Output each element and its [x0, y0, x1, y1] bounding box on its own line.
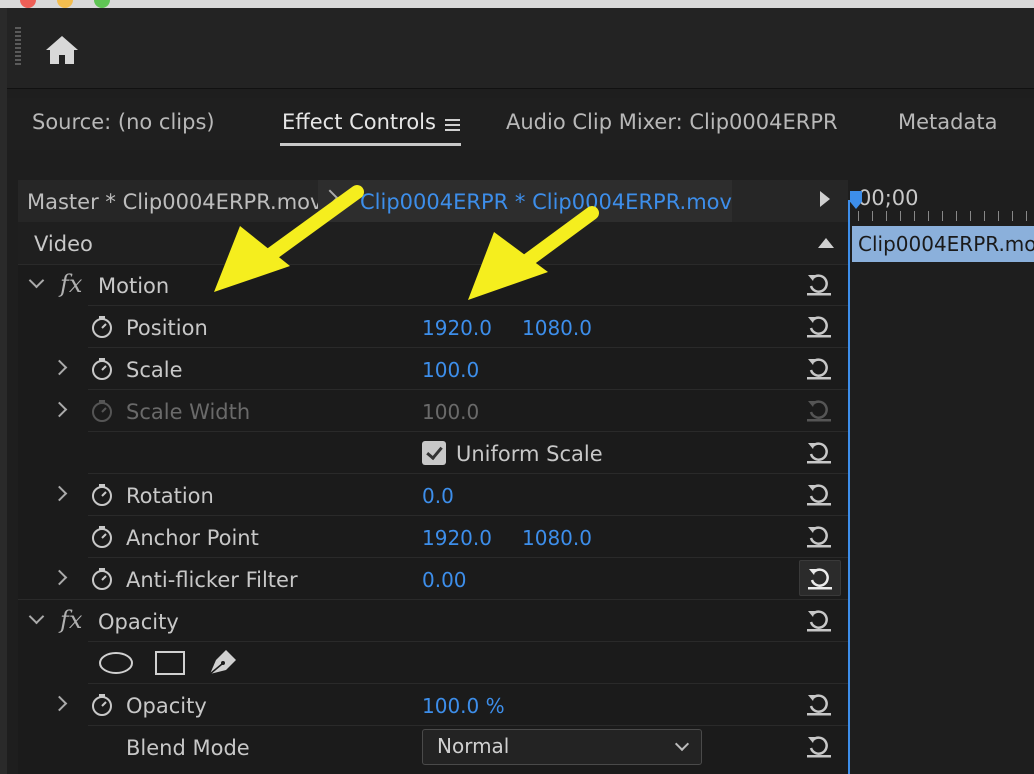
property-scale-row: Scale 100.0: [18, 348, 848, 390]
minimize-window-button[interactable]: [57, 0, 73, 8]
reset-icon[interactable]: [804, 270, 834, 298]
anchor-point-x-value[interactable]: 1920.0: [422, 526, 492, 550]
drag-grip[interactable]: [15, 27, 21, 67]
reset-icon[interactable]: [804, 522, 834, 550]
reset-icon[interactable]: [804, 480, 834, 508]
scale-width-label: Scale Width: [126, 400, 251, 424]
twirl-right-icon[interactable]: [51, 485, 68, 502]
stopwatch-icon: [92, 400, 112, 422]
rotation-label: Rotation: [126, 484, 214, 508]
fx-icon[interactable]: fx: [60, 606, 82, 634]
collapse-up-icon[interactable]: [818, 238, 834, 248]
panel-tabs: Source: (no clips) Effect Controls Audio…: [7, 98, 1034, 150]
twirl-down-icon[interactable]: [28, 608, 45, 625]
anti-flicker-value[interactable]: 0.00: [422, 568, 467, 592]
twirl-down-icon[interactable]: [28, 272, 45, 289]
uniform-scale-label: Uniform Scale: [456, 442, 603, 466]
rectangle-mask-icon[interactable]: [154, 650, 186, 676]
close-window-button[interactable]: [20, 0, 36, 8]
property-uniform-scale-row: Uniform Scale: [18, 432, 848, 474]
tab-audio-clip-mixer[interactable]: Audio Clip Mixer: Clip0004ERPR: [506, 110, 838, 134]
clip-dropdown[interactable]: Clip0004ERPR * Clip0004ERPR.mov: [318, 180, 732, 222]
effect-motion-row[interactable]: fx Motion: [18, 264, 848, 306]
clip-selector-bar: Master * Clip0004ERPR.mov Clip0004ERPR *…: [18, 180, 848, 223]
reset-icon[interactable]: [804, 438, 834, 466]
panel-menu-icon[interactable]: [445, 119, 460, 131]
property-scale-width-row: Scale Width 100.0: [18, 390, 848, 432]
twirl-right-icon[interactable]: [51, 401, 68, 418]
rotation-value[interactable]: 0.0: [422, 484, 454, 508]
reset-icon: [808, 568, 832, 590]
tab-source[interactable]: Source: (no clips): [32, 110, 215, 134]
stopwatch-icon[interactable]: [90, 693, 114, 717]
anchor-point-label: Anchor Point: [126, 526, 259, 550]
pen-mask-icon[interactable]: [206, 646, 240, 678]
property-opacity-row: Opacity 100.0 %: [18, 684, 848, 726]
effect-timeline: [848, 180, 1034, 774]
video-section-header: Video: [18, 222, 848, 265]
reset-icon: [807, 400, 831, 422]
timeline-ruler[interactable]: [858, 211, 1034, 221]
reset-icon[interactable]: [804, 690, 834, 718]
header-bar: [7, 8, 1034, 89]
twirl-right-icon[interactable]: [51, 695, 68, 712]
position-x-value[interactable]: 1920.0: [422, 316, 492, 340]
playhead-line: [848, 200, 850, 774]
scale-label: Scale: [126, 358, 183, 382]
mask-tools-row: [18, 642, 848, 684]
stopwatch-icon[interactable]: [90, 567, 114, 591]
position-y-value[interactable]: 1080.0: [522, 316, 592, 340]
blend-mode-label: Blend Mode: [126, 736, 250, 760]
stopwatch-icon[interactable]: [90, 525, 114, 549]
timeline-clip-label: Clip0004ERPR.mov: [858, 232, 1034, 256]
reset-icon[interactable]: [804, 732, 834, 760]
reset-icon[interactable]: [804, 354, 834, 382]
show-timeline-icon[interactable]: [820, 191, 830, 207]
property-position-row: Position 1920.0 1080.0: [18, 306, 848, 348]
blend-mode-value: Normal: [437, 734, 510, 758]
home-icon[interactable]: [42, 30, 82, 70]
anti-flicker-label: Anti-flicker Filter: [126, 568, 298, 592]
scale-value[interactable]: 100.0: [422, 358, 479, 382]
reset-icon[interactable]: [804, 312, 834, 340]
chevron-right-icon: [321, 189, 339, 207]
video-header-label: Video: [34, 232, 93, 256]
left-edge: [0, 8, 7, 774]
tab-effect-controls[interactable]: Effect Controls: [282, 110, 436, 134]
reset-icon[interactable]: [804, 606, 834, 634]
uniform-scale-checkbox[interactable]: [422, 441, 446, 465]
opacity-label: Opacity: [126, 694, 207, 718]
stopwatch-icon[interactable]: [90, 315, 114, 339]
property-anchor-point-row: Anchor Point 1920.0 1080.0: [18, 516, 848, 558]
window-titlebar: [0, 0, 1034, 8]
effect-motion-label: Motion: [98, 274, 170, 298]
effect-opacity-row[interactable]: fx Opacity: [18, 600, 848, 642]
zoom-window-button[interactable]: [94, 0, 110, 8]
clip-dropdown-label: Clip0004ERPR * Clip0004ERPR.mov: [360, 190, 732, 214]
active-tab-underline: [280, 143, 461, 146]
timeline-clip[interactable]: Clip0004ERPR.mov: [852, 226, 1034, 262]
property-rotation-row: Rotation 0.0: [18, 474, 848, 516]
scale-width-value: 100.0: [422, 400, 480, 424]
stopwatch-icon[interactable]: [90, 483, 114, 507]
position-label: Position: [126, 316, 208, 340]
timeline-timecode: 00;00: [858, 186, 919, 210]
anchor-point-y-value[interactable]: 1080.0: [522, 526, 592, 550]
chevron-down-icon: [674, 736, 690, 752]
fx-icon[interactable]: fx: [60, 270, 82, 298]
property-blend-mode-row: Blend Mode Normal: [18, 726, 848, 768]
ellipse-mask-icon[interactable]: [98, 650, 134, 676]
effect-opacity-label: Opacity: [98, 610, 179, 634]
stopwatch-icon[interactable]: [90, 357, 114, 381]
tab-metadata[interactable]: Metadata: [898, 110, 997, 134]
blend-mode-select[interactable]: Normal: [422, 729, 702, 765]
property-anti-flicker-row: Anti-flicker Filter 0.00: [18, 558, 848, 600]
twirl-right-icon[interactable]: [51, 359, 68, 376]
master-clip-label[interactable]: Master * Clip0004ERPR.mov: [27, 190, 322, 214]
reset-button-hover[interactable]: [799, 560, 841, 596]
twirl-right-icon[interactable]: [51, 569, 68, 586]
opacity-value[interactable]: 100.0 %: [422, 694, 505, 718]
